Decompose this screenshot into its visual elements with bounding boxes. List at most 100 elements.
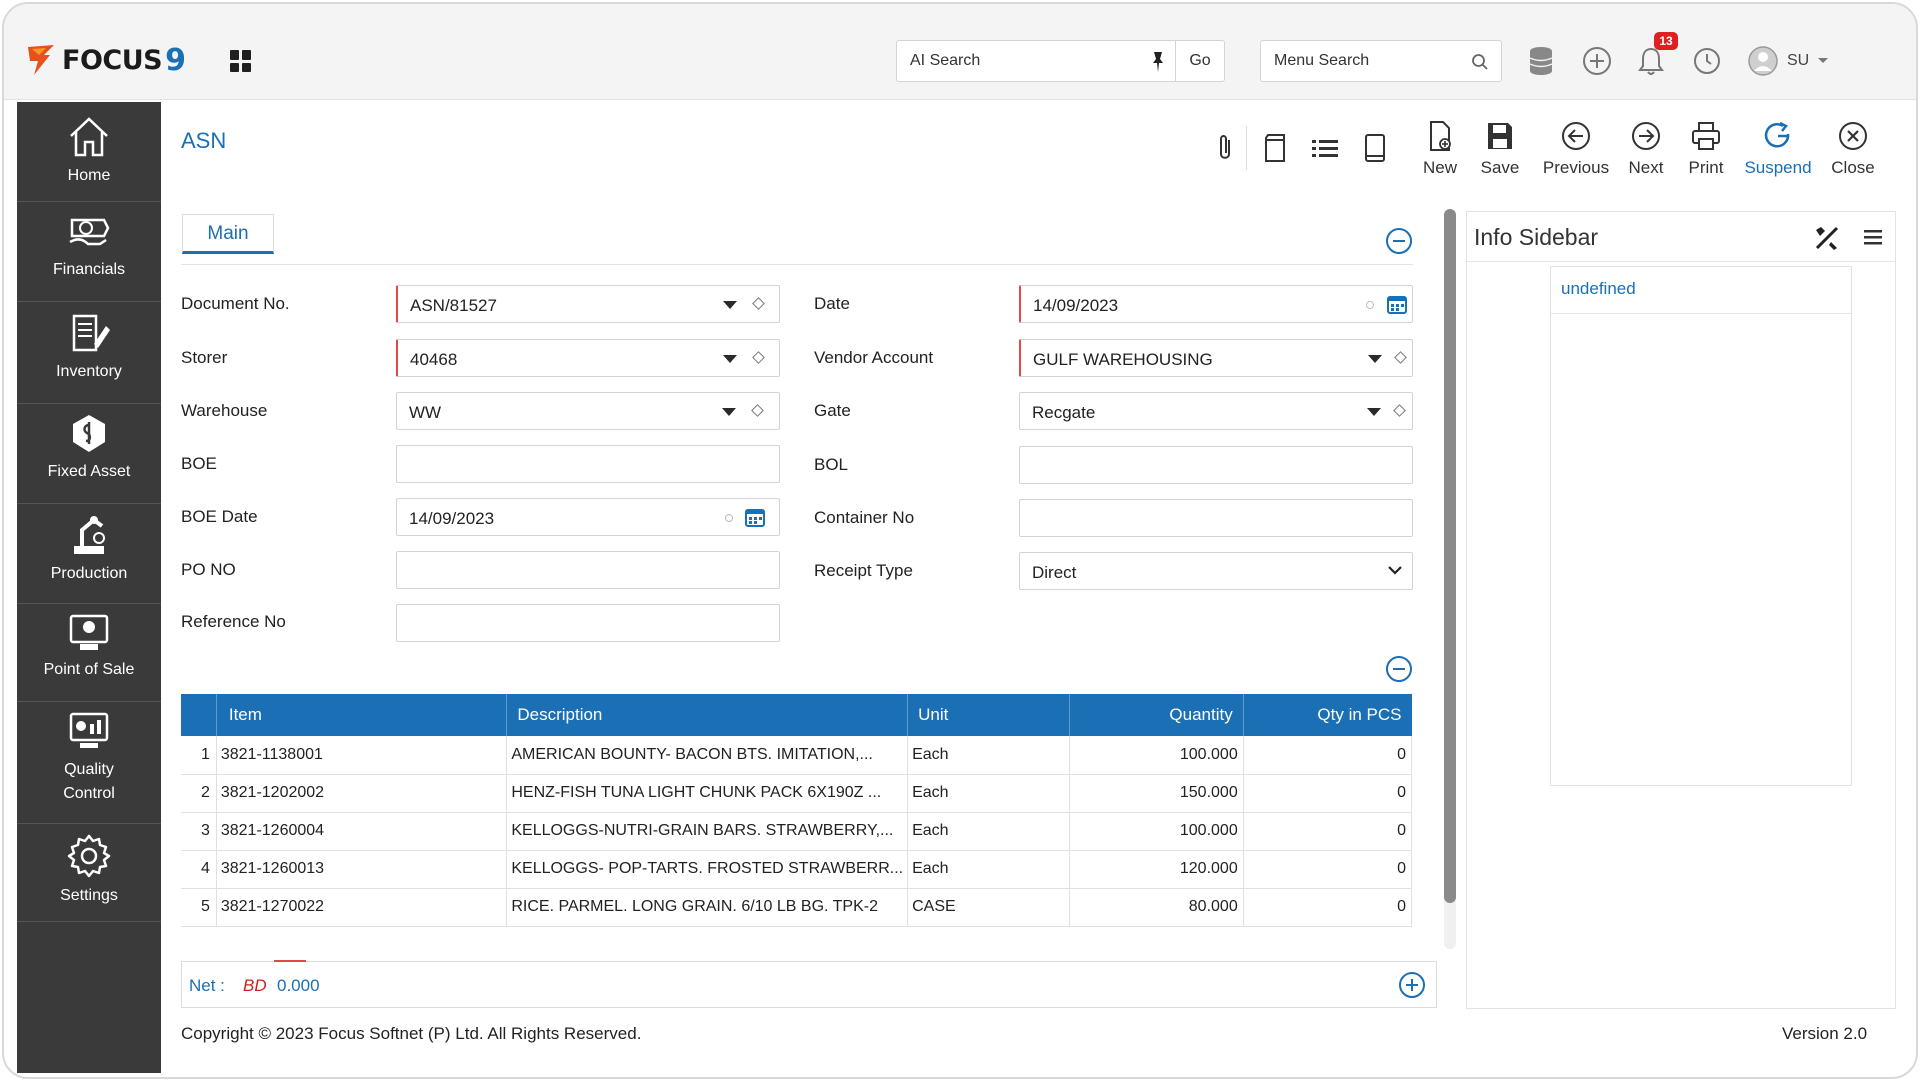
clear-dot-icon[interactable] bbox=[1366, 301, 1374, 309]
table-row[interactable]: 5 3821-1270022 RICE. PARMEL. LONG GRAIN.… bbox=[181, 888, 1413, 927]
page-icon[interactable] bbox=[1360, 132, 1390, 164]
collapse-header-icon[interactable] bbox=[1386, 228, 1412, 254]
cell-quantity[interactable]: 150.000 bbox=[1069, 774, 1244, 813]
diamond-icon[interactable] bbox=[751, 404, 764, 417]
tools-icon[interactable] bbox=[1813, 224, 1841, 252]
calendar-icon[interactable] bbox=[745, 507, 765, 527]
cell-quantity[interactable]: 80.000 bbox=[1069, 888, 1244, 927]
warehouse-field[interactable]: WW bbox=[396, 392, 780, 430]
storer-field[interactable]: 40468 bbox=[396, 339, 780, 377]
sidebar-item-inventory[interactable]: Inventory bbox=[17, 312, 161, 404]
date-field[interactable]: 14/09/2023 bbox=[1019, 285, 1413, 323]
chevron-down-icon[interactable] bbox=[723, 301, 737, 309]
diamond-icon[interactable] bbox=[752, 351, 765, 364]
document-icon[interactable] bbox=[1260, 132, 1290, 164]
scrollbar-thumb[interactable] bbox=[1444, 209, 1456, 903]
column-item[interactable]: Item bbox=[216, 694, 508, 736]
cell-description[interactable]: HENZ-FISH TUNA LIGHT CHUNK PACK 6X190Z .… bbox=[506, 774, 909, 813]
suspend-button[interactable]: Suspend bbox=[1740, 120, 1816, 178]
sidebar-item-settings[interactable]: Settings bbox=[17, 832, 161, 922]
cell-quantity[interactable]: 100.000 bbox=[1069, 736, 1244, 775]
sidebar-item-financials[interactable]: Financials bbox=[17, 212, 161, 302]
sidebar-item-point-of-sale[interactable]: Point of Sale bbox=[17, 612, 161, 702]
cell-unit[interactable]: Each bbox=[907, 812, 1070, 851]
save-button[interactable]: Save bbox=[1478, 120, 1522, 178]
search-icon[interactable] bbox=[1471, 53, 1489, 71]
boe-field[interactable] bbox=[396, 445, 780, 483]
cell-quantity[interactable]: 100.000 bbox=[1069, 812, 1244, 851]
cell-qty-in-pcs[interactable]: 0 bbox=[1243, 850, 1413, 889]
chevron-down-icon[interactable] bbox=[1368, 355, 1382, 363]
calendar-icon[interactable] bbox=[1387, 294, 1407, 314]
list-icon[interactable] bbox=[1310, 132, 1340, 164]
diamond-icon[interactable] bbox=[752, 297, 765, 310]
database-icon[interactable] bbox=[1524, 44, 1558, 78]
cell-qty-in-pcs[interactable]: 0 bbox=[1243, 736, 1413, 775]
container-no-field[interactable] bbox=[1019, 499, 1413, 537]
user-menu[interactable]: SU bbox=[1747, 44, 1847, 78]
cell-unit[interactable]: Each bbox=[907, 850, 1070, 889]
vertical-scrollbar[interactable] bbox=[1444, 209, 1456, 949]
history-icon[interactable] bbox=[1690, 44, 1724, 78]
info-link[interactable]: undefined bbox=[1561, 279, 1636, 299]
cell-description[interactable]: AMERICAN BOUNTY- BACON BTS. IMITATION,..… bbox=[506, 736, 909, 775]
previous-button[interactable]: Previous bbox=[1536, 120, 1616, 178]
menu-search-input[interactable]: Menu Search bbox=[1260, 40, 1502, 82]
hamburger-menu-icon[interactable] bbox=[1863, 228, 1883, 246]
collapse-body-icon[interactable] bbox=[1386, 656, 1412, 682]
gate-field[interactable]: Recgate bbox=[1019, 392, 1413, 430]
focus-logo[interactable]: FOCUS 9 bbox=[26, 40, 186, 80]
cell-qty-in-pcs[interactable]: 0 bbox=[1243, 812, 1413, 851]
cell-description[interactable]: RICE. PARMEL. LONG GRAIN. 6/10 LB BG. TP… bbox=[506, 888, 909, 927]
cell-unit[interactable]: Each bbox=[907, 774, 1070, 813]
sidebar-item-home[interactable]: Home bbox=[17, 114, 161, 202]
document-no-field[interactable]: ASN/81527 bbox=[396, 285, 780, 323]
cell-item[interactable]: 3821-1270022 bbox=[216, 888, 508, 927]
attachment-icon[interactable] bbox=[1210, 132, 1240, 164]
add-circle-icon[interactable] bbox=[1580, 44, 1614, 78]
diamond-icon[interactable] bbox=[1393, 404, 1406, 417]
clear-dot-icon[interactable] bbox=[725, 514, 733, 522]
cell-qty-in-pcs[interactable]: 0 bbox=[1243, 774, 1413, 813]
ai-search-input[interactable]: AI Search bbox=[896, 40, 1176, 82]
tab-main[interactable]: Main bbox=[182, 214, 274, 254]
cell-item[interactable]: 3821-1202002 bbox=[216, 774, 508, 813]
go-button[interactable]: Go bbox=[1175, 40, 1225, 82]
po-no-field[interactable] bbox=[396, 551, 780, 589]
close-button[interactable]: Close bbox=[1830, 120, 1876, 178]
chevron-down-icon[interactable] bbox=[1367, 408, 1381, 416]
receipt-type-select[interactable]: Direct bbox=[1019, 552, 1413, 590]
chevron-down-icon[interactable] bbox=[722, 408, 736, 416]
column-qty-in-pcs[interactable]: Qty in PCS bbox=[1243, 694, 1412, 736]
print-button[interactable]: Print bbox=[1684, 120, 1728, 178]
boe-date-field[interactable]: 14/09/2023 bbox=[396, 498, 780, 536]
cell-description[interactable]: KELLOGGS- POP-TARTS. FROSTED STRAWBERR..… bbox=[506, 850, 909, 889]
column-quantity[interactable]: Quantity bbox=[1069, 694, 1244, 736]
cell-description[interactable]: KELLOGGS-NUTRI-GRAIN BARS. STRAWBERRY,..… bbox=[506, 812, 909, 851]
table-row[interactable]: 1 3821-1138001 AMERICAN BOUNTY- BACON BT… bbox=[181, 736, 1413, 775]
cell-qty-in-pcs[interactable]: 0 bbox=[1243, 888, 1413, 927]
sidebar-item-production[interactable]: Production bbox=[17, 512, 161, 604]
apps-grid-icon[interactable] bbox=[230, 50, 252, 72]
table-row[interactable]: 2 3821-1202002 HENZ-FISH TUNA LIGHT CHUN… bbox=[181, 774, 1413, 813]
cell-item[interactable]: 3821-1138001 bbox=[216, 736, 508, 775]
cell-unit[interactable]: CASE bbox=[907, 888, 1070, 927]
reference-no-field[interactable] bbox=[396, 604, 780, 642]
chevron-down-icon[interactable] bbox=[723, 355, 737, 363]
diamond-icon[interactable] bbox=[1394, 351, 1407, 364]
table-row[interactable]: 3 3821-1260004 KELLOGGS-NUTRI-GRAIN BARS… bbox=[181, 812, 1413, 851]
vendor-account-field[interactable]: GULF WAREHOUSING bbox=[1019, 339, 1413, 377]
bol-field[interactable] bbox=[1019, 446, 1413, 484]
next-button[interactable]: Next bbox=[1624, 120, 1668, 178]
cell-item[interactable]: 3821-1260004 bbox=[216, 812, 508, 851]
column-description[interactable]: Description bbox=[506, 694, 909, 736]
new-button[interactable]: New bbox=[1418, 120, 1462, 178]
column-unit[interactable]: Unit bbox=[907, 694, 1070, 736]
table-row[interactable]: 4 3821-1260013 KELLOGGS- POP-TARTS. FROS… bbox=[181, 850, 1413, 889]
pin-icon[interactable] bbox=[1151, 51, 1165, 73]
chevron-down-icon[interactable] bbox=[1388, 565, 1402, 575]
sidebar-item-quality-control[interactable]: Quality Control bbox=[17, 710, 161, 824]
cell-item[interactable]: 3821-1260013 bbox=[216, 850, 508, 889]
cell-unit[interactable]: Each bbox=[907, 736, 1070, 775]
expand-footer-icon[interactable] bbox=[1399, 972, 1425, 998]
